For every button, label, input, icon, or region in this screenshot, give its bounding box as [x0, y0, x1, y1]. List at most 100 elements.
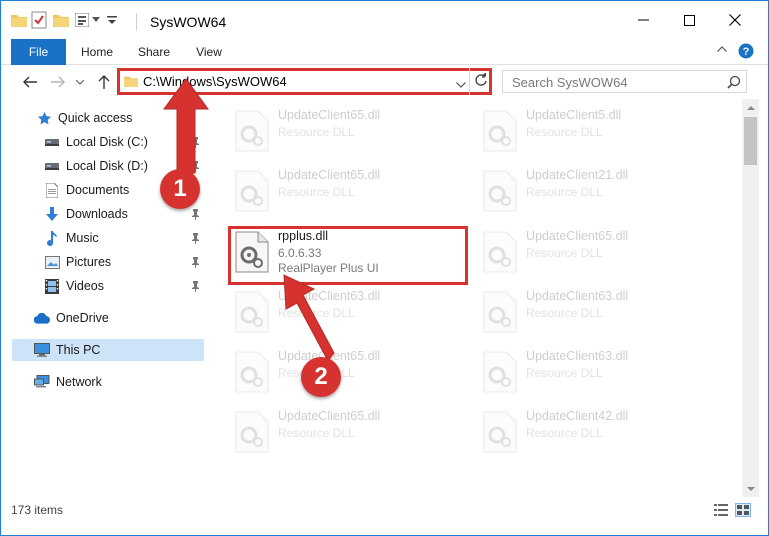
folder-icon: [124, 75, 138, 90]
vertical-scrollbar[interactable]: [742, 99, 759, 497]
large-icons-view-icon[interactable]: [735, 503, 751, 517]
address-dropdown-chevron-icon[interactable]: [456, 77, 466, 91]
nav-label: Network: [56, 375, 102, 389]
dropdown-chevron-icon[interactable]: [92, 17, 100, 23]
pictures-icon: [44, 254, 60, 270]
close-icon: [729, 14, 741, 26]
pin-icon[interactable]: [190, 280, 200, 292]
nav-item-music[interactable]: Music: [1, 227, 205, 249]
nav-label: This PC: [56, 343, 101, 357]
computer-icon: [34, 342, 50, 358]
nav-label: Downloads: [66, 207, 128, 221]
file-item[interactable]: UpdateClient63.dll Resource DLL: [232, 286, 462, 338]
file-item[interactable]: UpdateClient65.dll Resource DLL: [232, 165, 462, 217]
cloud-icon: [34, 310, 50, 326]
film-icon: [44, 278, 60, 294]
maximize-icon: [683, 14, 695, 26]
refresh-icon[interactable]: [474, 72, 488, 90]
file-name: UpdateClient65.dll: [278, 168, 381, 182]
tab-view[interactable]: View: [187, 39, 231, 65]
scrollbar-thumb[interactable]: [744, 117, 757, 165]
file-item[interactable]: UpdateClient63.dll Resource DLL: [480, 346, 710, 398]
back-arrow-icon: [23, 76, 37, 88]
file-description: Resource DLL: [278, 185, 355, 199]
nav-label: Local Disk (C:): [66, 135, 148, 149]
file-item[interactable]: UpdateClient21.dll Resource DLL: [480, 165, 710, 217]
pin-icon[interactable]: [190, 232, 200, 244]
item-count: 173 items: [11, 503, 64, 517]
address-path[interactable]: C:\Windows\SysWOW64: [143, 74, 287, 89]
search-input[interactable]: Search SysWOW64: [512, 75, 628, 90]
nav-item-local-disk-c[interactable]: Local Disk (C:): [1, 131, 205, 153]
up-arrow-icon: [98, 75, 110, 89]
drive-icon: [44, 134, 60, 150]
ribbon-tabs: File Home Share View ?: [1, 39, 768, 65]
address-bar[interactable]: C:\Windows\SysWOW64: [117, 68, 492, 95]
minimize-button[interactable]: [620, 1, 666, 39]
file-item[interactable]: UpdateClient65.dll Resource DLL: [480, 226, 710, 278]
scroll-up-arrow-icon[interactable]: [742, 99, 759, 115]
highlight-box-rpplus: [228, 226, 468, 285]
up-button[interactable]: [95, 73, 113, 91]
file-item[interactable]: UpdateClient65.dll Resource DLL: [232, 346, 462, 398]
folder-icon: [11, 13, 27, 27]
help-icon[interactable]: ?: [738, 43, 754, 59]
tab-file[interactable]: File: [11, 39, 66, 65]
pin-icon[interactable]: [190, 136, 200, 148]
nav-item-videos[interactable]: Videos: [1, 275, 205, 297]
dll-file-icon: [483, 411, 517, 453]
nav-item-pictures[interactable]: Pictures: [1, 251, 205, 273]
nav-label: Local Disk (D:): [66, 159, 148, 173]
pin-icon[interactable]: [190, 208, 200, 220]
forward-arrow-icon: [51, 76, 65, 88]
file-item[interactable]: UpdateClient65.dll Resource DLL: [232, 105, 462, 157]
dll-file-icon: [483, 291, 517, 333]
nav-item-network[interactable]: Network: [1, 371, 205, 393]
new-folder-icon[interactable]: [53, 13, 69, 27]
tab-home[interactable]: Home: [73, 39, 121, 65]
file-name: UpdateClient21.dll: [526, 168, 629, 182]
nav-item-quick-access[interactable]: Quick access: [1, 107, 205, 129]
nav-item-local-disk-d[interactable]: Local Disk (D:): [1, 155, 205, 177]
expand-ribbon-chevron-icon[interactable]: [717, 46, 727, 52]
music-note-icon: [44, 230, 60, 246]
pin-icon[interactable]: [190, 256, 200, 268]
pin-icon[interactable]: [190, 184, 200, 196]
file-description: Resource DLL: [526, 306, 603, 320]
nav-label: Documents: [66, 183, 130, 197]
tab-share[interactable]: Share: [131, 39, 177, 65]
file-description: Resource DLL: [526, 125, 603, 139]
close-button[interactable]: [712, 1, 758, 39]
pin-icon[interactable]: [190, 160, 200, 172]
back-button[interactable]: [21, 73, 39, 91]
search-icon[interactable]: [727, 75, 741, 92]
dll-file-icon: [235, 170, 269, 212]
properties-checkmark-icon[interactable]: [31, 11, 47, 29]
file-description: Resource DLL: [278, 366, 355, 380]
chevron-down-icon: [76, 79, 84, 85]
nav-item-documents[interactable]: Documents: [1, 179, 205, 201]
file-item[interactable]: UpdateClient65.dll Resource DLL: [232, 406, 462, 458]
nav-item-this-pc[interactable]: This PC: [12, 339, 204, 361]
scroll-down-arrow-icon[interactable]: [742, 481, 759, 497]
customize-view-icon[interactable]: [75, 13, 89, 27]
dll-file-icon: [483, 351, 517, 393]
nav-item-downloads[interactable]: Downloads: [1, 203, 205, 225]
nav-item-onedrive[interactable]: OneDrive: [1, 307, 205, 329]
maximize-button[interactable]: [666, 1, 712, 39]
file-item[interactable]: UpdateClient63.dll Resource DLL: [480, 286, 710, 338]
search-box[interactable]: Search SysWOW64: [502, 70, 747, 93]
dll-file-icon: [235, 411, 269, 453]
dll-file-icon: [483, 110, 517, 152]
details-view-icon[interactable]: [713, 503, 729, 517]
title-bar: SysWOW64: [1, 1, 768, 39]
file-item[interactable]: UpdateClient5.dll Resource DLL: [480, 105, 710, 157]
dll-file-icon: [483, 231, 517, 273]
forward-button[interactable]: [49, 73, 67, 91]
quick-access-toolbar-customize-icon[interactable]: [107, 16, 117, 25]
file-name: UpdateClient65.dll: [278, 409, 381, 423]
download-arrow-icon: [44, 206, 60, 222]
file-name: UpdateClient63.dll: [278, 289, 381, 303]
file-item[interactable]: UpdateClient42.dll Resource DLL: [480, 406, 710, 458]
recent-locations-button[interactable]: [75, 73, 85, 91]
